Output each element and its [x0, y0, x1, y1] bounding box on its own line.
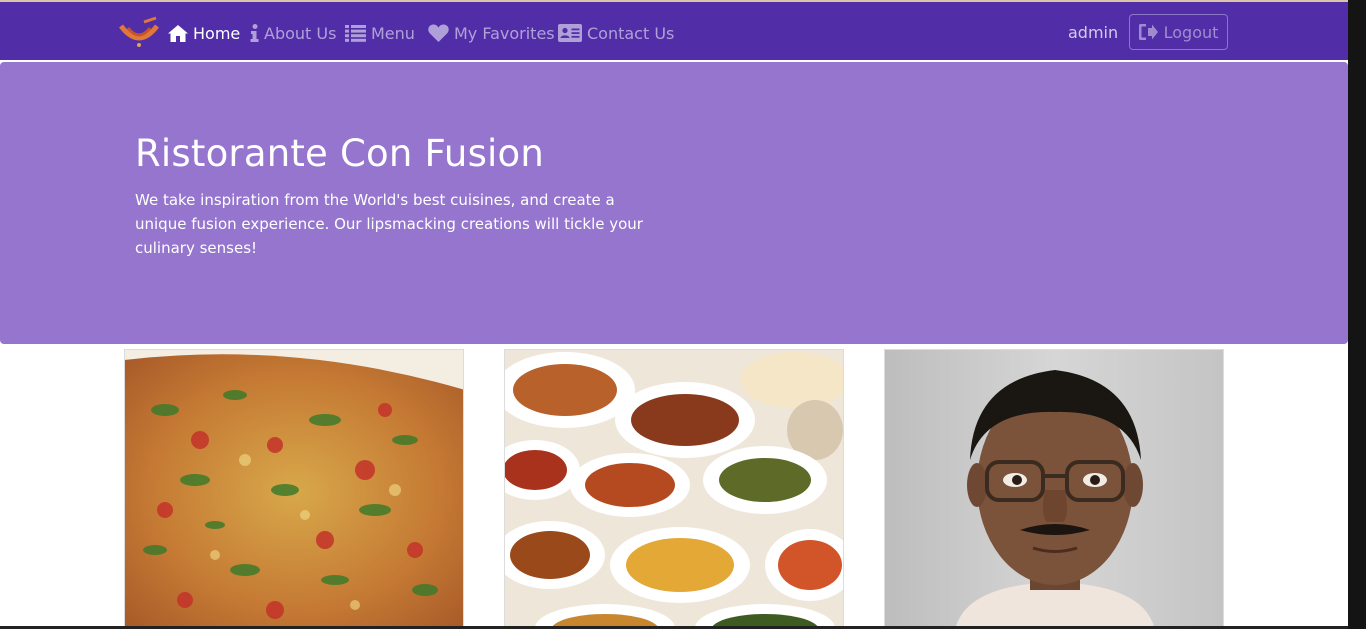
window-edge: [1348, 0, 1366, 629]
nav-favorites-label: My Favorites: [454, 23, 555, 43]
pizza-image: [125, 350, 463, 628]
username-label: admin: [1068, 23, 1119, 42]
nav-menu[interactable]: Menu: [345, 20, 415, 46]
sign-out-icon: [1138, 24, 1158, 40]
logout-label: Logout: [1163, 22, 1219, 42]
logout-button[interactable]: Logout: [1129, 14, 1228, 50]
nav-favorites[interactable]: My Favorites: [428, 20, 555, 46]
nav-home[interactable]: Home: [168, 20, 240, 46]
restaurant-logo[interactable]: [118, 16, 160, 50]
hero-title: Ristorante Con Fusion: [135, 132, 545, 175]
heart-icon: [428, 24, 449, 42]
nav-contact-label: Contact Us: [587, 23, 675, 43]
hero-description: We take inspiration from the World's bes…: [135, 191, 643, 257]
nav-about[interactable]: About Us: [250, 20, 336, 46]
nav-about-label: About Us: [264, 23, 337, 43]
leader-card[interactable]: [884, 349, 1224, 629]
hero-banner: Ristorante Con Fusion We take inspiratio…: [0, 62, 1348, 344]
chef-portrait-image: [885, 350, 1223, 628]
featured-dish-card[interactable]: [124, 349, 464, 629]
buffet-image: [505, 350, 843, 628]
navbar: Home About Us Menu My Favorites Contact …: [0, 2, 1348, 60]
nav-contact[interactable]: Contact Us: [558, 20, 674, 46]
promotion-card[interactable]: [504, 349, 844, 629]
nav-menu-label: Menu: [371, 23, 415, 43]
info-icon: [250, 24, 259, 42]
address-card-icon: [558, 24, 582, 42]
list-icon: [345, 24, 366, 42]
home-icon: [168, 24, 188, 42]
nav-home-label: Home: [193, 23, 241, 43]
